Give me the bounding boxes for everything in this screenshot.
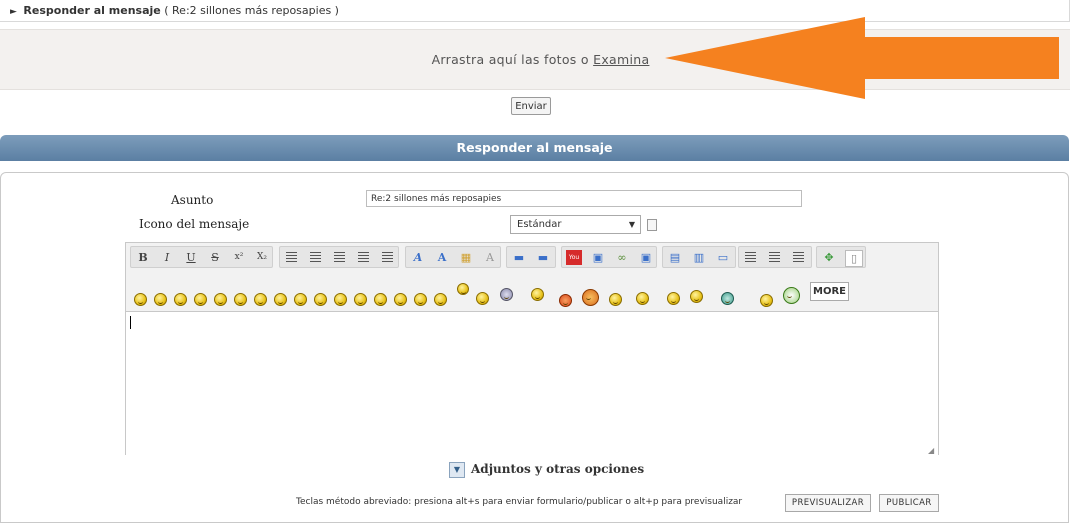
sad-emoticon-icon[interactable] [214,293,227,306]
breadcrumb-subtitle: ( Re:2 sillones más reposapies ) [164,4,339,17]
drool-emoticon-icon[interactable] [609,293,622,306]
browse-link[interactable]: Examina [593,52,649,67]
cool-emoticon-icon[interactable] [274,293,287,306]
attachments-expand-icon[interactable]: ▼ [449,462,465,478]
wink-emoticon-icon[interactable] [234,293,247,306]
tongue-emoticon-icon[interactable] [354,293,367,306]
drop-instruction: Arrastra aquí las fotos o [431,52,589,67]
send-button[interactable]: Enviar [511,97,551,115]
laugh-emoticon-icon[interactable] [194,293,207,306]
bullet-list-icon[interactable] [745,252,756,262]
insert-code-icon[interactable]: ▥ [691,250,707,265]
align-left-icon[interactable] [286,252,297,262]
italic-button[interactable]: I [159,250,175,265]
remove-format-icon[interactable]: A [482,250,498,265]
bold-button[interactable]: B [135,250,151,265]
message-textarea[interactable] [126,311,938,455]
angry-emoticon-icon[interactable] [334,293,347,306]
whistle-emoticon-icon[interactable] [760,294,773,307]
rolleyes-emoticon-icon[interactable] [394,293,407,306]
preview-button[interactable]: PREVISUALIZAR [785,494,871,512]
search-emoticon-icon[interactable] [690,290,703,303]
font-style-group: A A ▦ A [405,246,501,268]
surprised-emoticon-icon[interactable] [254,293,267,306]
align-full-icon[interactable] [382,252,393,262]
message-icon-label: Icono del mensaje [139,217,250,231]
cry-emoticon-icon[interactable] [721,292,734,305]
insert-table-icon[interactable]: ▤ [667,250,683,265]
strikethrough-button[interactable]: S [207,250,223,265]
font-color-icon[interactable]: ▦ [458,250,474,265]
triangle-icon: ► [10,7,17,17]
indent-icon[interactable]: ▬ [535,250,551,265]
align-right-icon[interactable] [334,252,345,262]
underline-button[interactable]: U [183,250,199,265]
crazy-emoticon-icon[interactable] [582,289,599,306]
alignment-group [279,246,399,268]
subject-label: Asunto [171,193,214,207]
grin-emoticon-icon[interactable] [154,293,167,306]
quote-icon[interactable]: ▭ [715,250,731,265]
fullscreen-icon[interactable]: ✥ [821,250,837,265]
source-mode-icon[interactable]: ▯ [845,250,863,267]
youtube-icon[interactable]: You [566,250,582,265]
list-group [738,246,812,268]
resize-grip-icon[interactable]: ◢ [928,446,934,455]
view-group: ✥ ▯ [816,246,866,268]
subscript-button[interactable]: X₂ [254,250,270,265]
more-emoticons-button[interactable]: MORE [810,282,849,301]
devil-emoticon-icon[interactable] [559,294,572,307]
cheesy-emoticon-icon[interactable] [314,293,327,306]
horizontal-rule-icon[interactable] [793,252,804,262]
insert-link-icon[interactable]: ∞ [614,250,630,265]
numbered-list-icon[interactable] [769,252,780,262]
jester-emoticon-icon[interactable] [783,287,800,304]
dizzy-emoticon-icon[interactable] [667,292,680,305]
ghost-emoticon-icon[interactable] [500,288,513,301]
shortcut-hint: Teclas método abreviado: presiona alt+s … [296,497,743,507]
superscript-button[interactable]: x² [231,250,247,265]
quote-group: ▤ ▥ ▭ [662,246,736,268]
embarrassed-emoticon-icon[interactable] [374,293,387,306]
happy-emoticon-icon[interactable] [174,293,187,306]
breadcrumb-title[interactable]: Responder al mensaje [23,4,160,17]
attachments-toggle-label[interactable]: Adjuntos y otras opciones [471,462,644,476]
party-emoticon-icon[interactable] [636,292,649,305]
shy-emoticon-icon[interactable] [434,293,447,306]
insert-video-icon[interactable]: ▣ [638,250,654,265]
thinking-emoticon-icon[interactable] [476,292,489,305]
dropdown-arrow-icon: ▼ [628,220,635,229]
font-family-icon[interactable]: A [410,250,426,265]
font-size-icon[interactable]: A [434,250,450,265]
media-group: You ▣ ∞ ▣ [561,246,657,268]
neutral-emoticon-icon[interactable] [414,293,427,306]
idea-emoticon-icon[interactable] [457,283,469,295]
reply-section-header: Responder al mensaje [0,135,1069,161]
message-icon-preview-icon [647,219,657,231]
smile-emoticon-icon[interactable] [134,293,147,306]
align-center-icon[interactable] [310,252,321,262]
subject-input[interactable]: Re:2 sillones más reposapies [366,190,802,207]
insert-image-icon[interactable]: ▣ [590,250,606,265]
confused-emoticon-icon[interactable] [294,293,307,306]
outdent-icon[interactable]: ▬ [511,250,527,265]
publish-button[interactable]: PUBLICAR [879,494,939,512]
indent-group: ▬ ▬ [506,246,556,268]
text-cursor [130,316,131,329]
text-format-group: B I U S x² X₂ [130,246,273,268]
message-icon-selected: Estándar [517,219,562,230]
orange-arrow-annotation [665,17,1059,99]
camera-emoticon-icon[interactable] [531,288,544,301]
align-justify-icon[interactable] [358,252,369,262]
message-icon-select[interactable]: Estándar ▼ [510,215,641,234]
